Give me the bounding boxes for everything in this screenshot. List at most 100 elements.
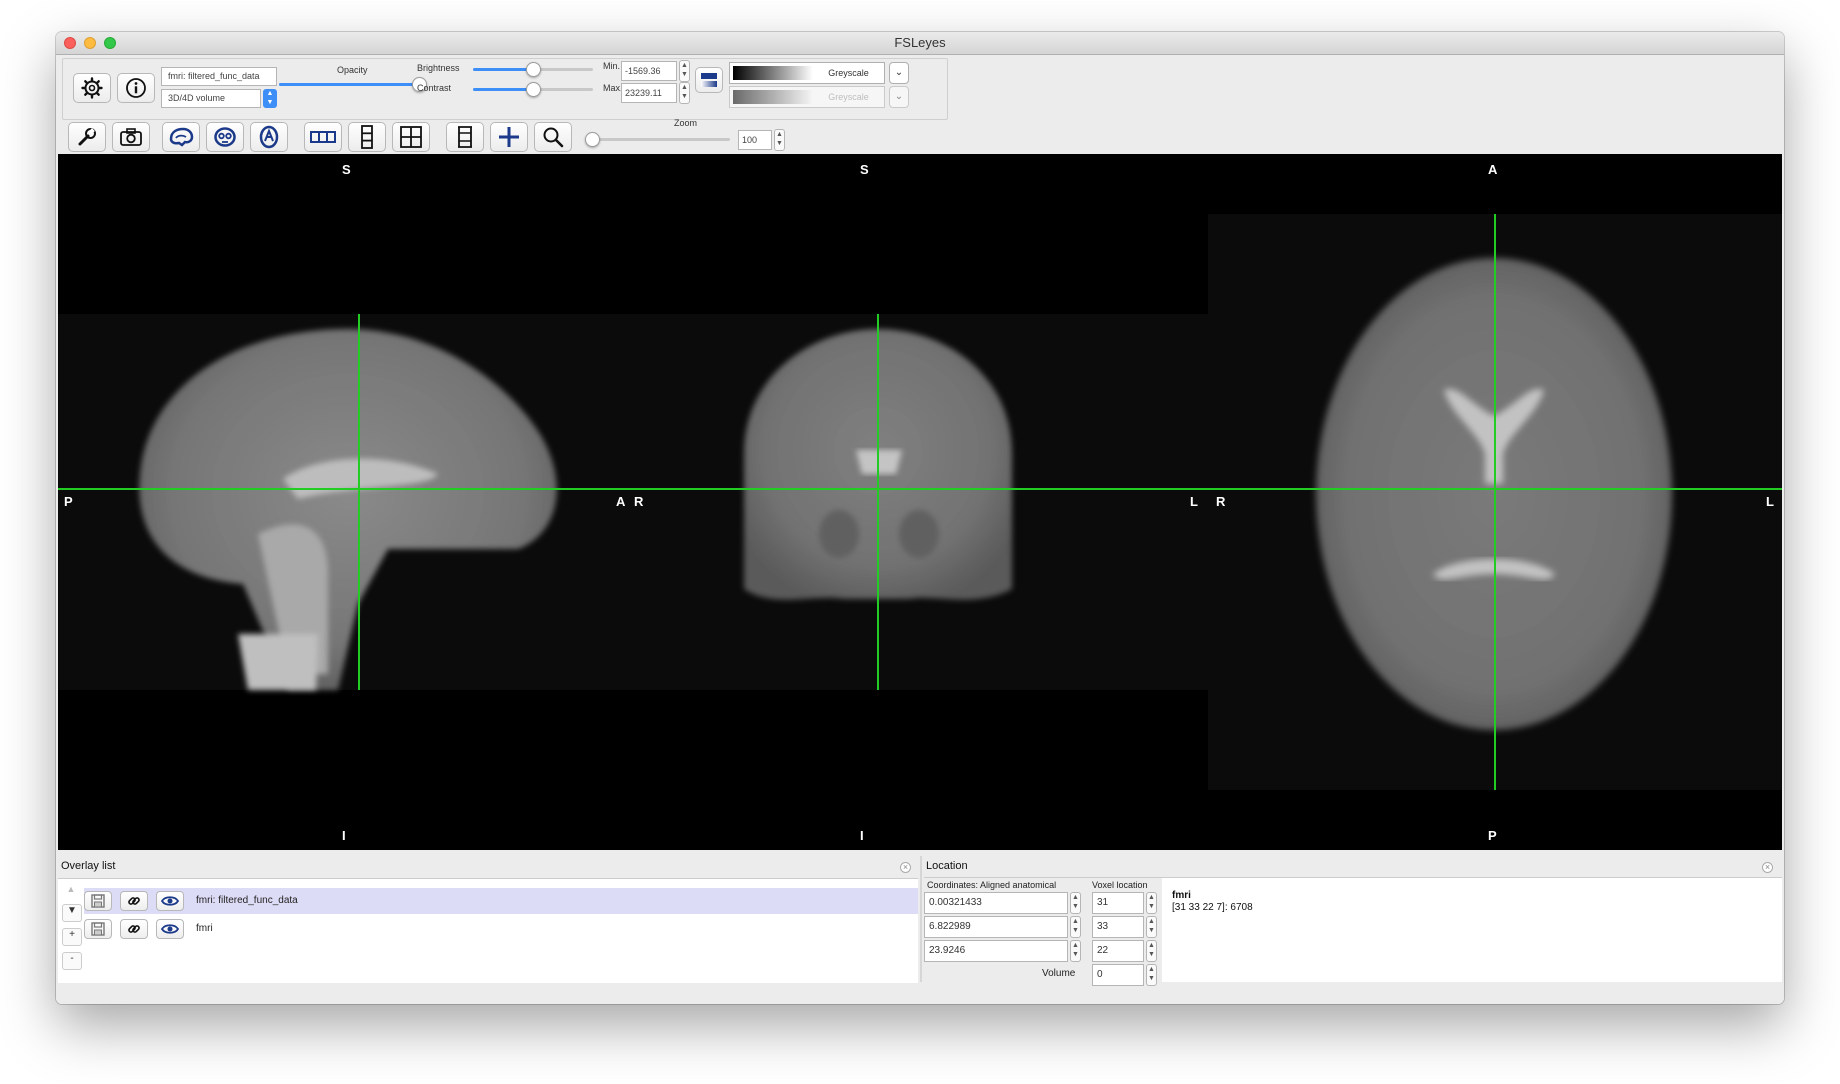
link-icon [128, 897, 140, 905]
window-maximize-button[interactable] [104, 37, 116, 49]
info-icon [126, 78, 146, 98]
colormap-dropdown-button[interactable]: ⌄ [889, 62, 909, 84]
toggle-coronal-button[interactable] [206, 122, 244, 152]
toggle-axial-button[interactable] [250, 122, 288, 152]
location-close-button[interactable]: × [1762, 862, 1773, 873]
contrast-slider-thumb[interactable] [526, 82, 541, 97]
axial-label-top: A [1488, 162, 1498, 177]
coronal-crosshair-horizontal [634, 488, 1208, 490]
opacity-slider-fill [279, 83, 419, 86]
min-label: Min. [603, 61, 621, 71]
opacity-slider[interactable] [279, 83, 419, 86]
window-title: FSLeyes [894, 35, 946, 50]
link-overlay-button[interactable] [120, 919, 148, 939]
zoom-button[interactable] [534, 122, 572, 152]
axial-canvas[interactable]: A P R L [1208, 154, 1782, 850]
max-label: Max. [603, 83, 623, 93]
link-overlay-button[interactable] [120, 891, 148, 911]
vertical-layout-button[interactable] [348, 122, 386, 152]
volume-field[interactable]: 0 [1092, 964, 1144, 986]
save-overlay-button[interactable] [84, 919, 112, 939]
window-minimize-button[interactable] [84, 37, 96, 49]
voxel-y-field[interactable]: 33 [1092, 916, 1144, 938]
brightness-slider-thumb[interactable] [526, 62, 541, 77]
world-y-field[interactable]: 6.822989 [924, 916, 1068, 938]
window-close-button[interactable] [64, 37, 76, 49]
overlay-info-button[interactable] [117, 73, 155, 103]
bottom-panels: Overlay list × ▲ ▼ + - fmri: filtered_fu… [56, 856, 1784, 1004]
negative-colormap-dropdown-button[interactable]: ⌄ [889, 86, 909, 108]
invert-colormap-button[interactable] [695, 67, 723, 93]
negative-colormap-select[interactable]: Greyscale [729, 86, 885, 108]
voxel-x-field[interactable]: 31 [1092, 892, 1144, 914]
negative-colormap-gradient [733, 90, 813, 104]
toggle-crosshair-button[interactable] [490, 122, 528, 152]
overlay-settings-button[interactable] [73, 73, 111, 103]
min-value-field[interactable]: -1569.36 [621, 61, 677, 81]
world-x-stepper[interactable]: ▲ ▼ [1070, 892, 1081, 914]
voxel-z-stepper[interactable]: ▲ ▼ [1146, 940, 1157, 962]
move-overlay-up-button[interactable]: ▲ [62, 884, 80, 900]
brightness-label: Brightness [417, 63, 460, 73]
overlay-list-item[interactable]: fmri [84, 916, 918, 942]
overlay-name-field[interactable]: fmri: filtered_func_data [161, 67, 277, 86]
zoom-slider-thumb[interactable] [585, 132, 600, 147]
eye-icon [161, 924, 179, 934]
movie-mode-button[interactable] [446, 122, 484, 152]
coordinates-label: Coordinates: Aligned anatomical [927, 880, 1057, 890]
colormap-invert-icon [701, 73, 717, 87]
colormap-select[interactable]: Greyscale [729, 62, 885, 84]
world-y-stepper[interactable]: ▲ ▼ [1070, 916, 1081, 938]
vertical-layout-icon [361, 125, 373, 149]
max-value-stepper[interactable]: ▲ ▼ [679, 82, 690, 104]
overlay-type-dropdown-arrow[interactable]: ▲ ▼ [263, 89, 277, 108]
zoom-value-field[interactable]: 100 [738, 130, 772, 150]
grid-layout-button[interactable] [392, 122, 430, 152]
save-overlay-button[interactable] [84, 891, 112, 911]
remove-overlay-button[interactable]: - [62, 952, 82, 970]
movie-mode-icon [458, 126, 472, 148]
view-settings-button[interactable] [68, 122, 106, 152]
fsleyes-window: FSLeyes fmri: filtered_func_data 3D/4D v… [56, 32, 1784, 1004]
volume-stepper[interactable]: ▲ ▼ [1146, 964, 1157, 986]
coronal-canvas[interactable]: S I R L [634, 154, 1208, 850]
grid-layout-icon [400, 126, 422, 148]
voxel-x-stepper[interactable]: ▲ ▼ [1146, 892, 1157, 914]
max-value-field[interactable]: 23239.11 [621, 83, 677, 103]
world-z-stepper[interactable]: ▲ ▼ [1070, 940, 1081, 962]
overlay-list-title: Overlay list [61, 860, 116, 872]
overlay-list-item[interactable]: fmri: filtered_func_data [84, 888, 918, 914]
overlay-type-select[interactable]: 3D/4D volume [161, 89, 261, 108]
volume-label: Volume [1042, 968, 1076, 979]
toggle-sagittal-button[interactable] [162, 122, 200, 152]
voxel-z-field[interactable]: 22 [1092, 940, 1144, 962]
panel-divider [920, 856, 922, 982]
overlay-name: fmri: filtered_func_data [196, 895, 298, 906]
voxel-location-label: Voxel location [1092, 880, 1148, 890]
zoom-slider[interactable] [592, 138, 730, 141]
overlay-list-close-button[interactable]: × [900, 862, 911, 873]
min-value-stepper[interactable]: ▲ ▼ [679, 60, 690, 82]
add-overlay-button[interactable]: + [62, 928, 82, 946]
sagittal-label-right: A [616, 494, 626, 509]
world-z-field[interactable]: 23.9246 [924, 940, 1068, 962]
zoom-stepper[interactable]: ▲ ▼ [774, 129, 785, 151]
toggle-overlay-visibility-button[interactable] [156, 919, 184, 939]
camera-icon [120, 128, 142, 146]
world-x-field[interactable]: 0.00321433 [924, 892, 1068, 914]
horizontal-layout-button[interactable] [304, 122, 342, 152]
sagittal-label-bottom: I [342, 828, 346, 843]
voxel-y-stepper[interactable]: ▲ ▼ [1146, 916, 1157, 938]
sagittal-brain-image [139, 329, 557, 690]
toggle-overlay-visibility-button[interactable] [156, 891, 184, 911]
coronal-brain-image [744, 329, 1012, 600]
move-overlay-down-button[interactable]: ▼ [62, 904, 82, 922]
horizontal-layout-icon [310, 131, 336, 143]
negative-colormap-label: Greyscale [828, 92, 869, 102]
ortho-view-canvas[interactable]: S I P A S I R L A P R L [58, 154, 1782, 850]
screenshot-button[interactable] [112, 122, 150, 152]
sagittal-canvas[interactable]: S I P A [58, 154, 634, 850]
link-icon [128, 925, 140, 933]
zoom-icon [543, 127, 564, 148]
sagittal-view-icon [169, 127, 194, 147]
